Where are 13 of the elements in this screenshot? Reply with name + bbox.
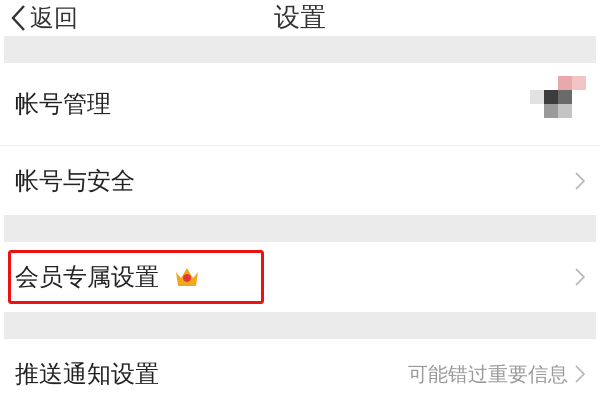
chevron-right-icon <box>574 267 586 287</box>
settings-row[interactable]: 帐号管理 <box>0 63 600 145</box>
row-label: 推送通知设置 <box>15 359 159 390</box>
settings-row[interactable]: 会员专属设置 <box>0 242 600 312</box>
chevron-right-icon <box>574 170 586 190</box>
chevron-right-icon <box>574 364 586 384</box>
settings-row[interactable]: 推送通知设置 可能错过重要信息 <box>0 339 600 401</box>
row-label: 帐号管理 <box>15 89 111 120</box>
row-value: 可能错过重要信息 <box>408 361 568 388</box>
row-label: 会员专属设置 <box>15 262 159 293</box>
row-label: 帐号与安全 <box>15 166 135 196</box>
page-title: 设置 <box>274 2 326 34</box>
back-button[interactable]: 返回 <box>8 0 78 36</box>
